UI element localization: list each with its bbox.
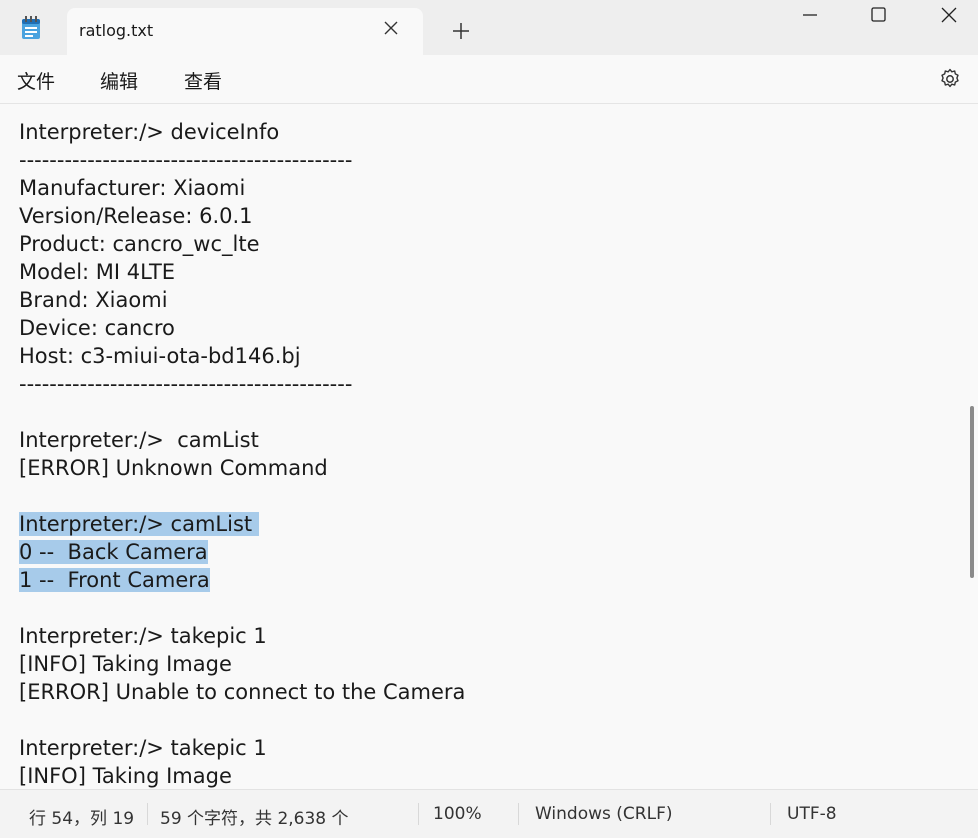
- editor-lines: Interpreter:/> deviceInfo --------------…: [19, 118, 465, 789]
- editor-line: Interpreter:/> takepic 1: [19, 736, 267, 760]
- close-icon[interactable]: [383, 20, 399, 36]
- menu-edit[interactable]: 编辑: [100, 67, 138, 94]
- text-editor[interactable]: Interpreter:/> deviceInfo --------------…: [0, 104, 978, 789]
- maximize-icon[interactable]: [866, 4, 892, 26]
- editor-line: [INFO] Taking Image: [19, 764, 232, 788]
- cursor-position: 行 54，列 19: [29, 809, 135, 829]
- character-count: 59 个字符，共 2,638 个: [160, 809, 349, 829]
- notepad-icon: [22, 16, 40, 39]
- editor-line-selected: 1 -- Front Camera: [19, 566, 465, 594]
- minimize-icon[interactable]: [797, 4, 823, 26]
- line-ending[interactable]: Windows (CRLF): [535, 804, 673, 824]
- editor-line-selected: 0 -- Back Camera: [19, 538, 465, 566]
- editor-line: [ERROR] Unknown Command: [19, 456, 328, 480]
- editor-line: Model: MI 4LTE: [19, 260, 176, 284]
- vertical-scrollbar-thumb[interactable]: [970, 406, 974, 578]
- encoding[interactable]: UTF-8: [787, 804, 837, 824]
- editor-line: Device: cancro: [19, 316, 175, 340]
- gear-icon[interactable]: [938, 67, 962, 91]
- tab-ratlog[interactable]: ratlog.txt: [67, 8, 423, 55]
- status-divider: [770, 803, 771, 825]
- editor-line: Product: cancro_wc_lte: [19, 232, 260, 256]
- menu-bar: 文件 编辑 查看: [0, 55, 978, 104]
- menu-view[interactable]: 查看: [184, 67, 222, 94]
- selected-text: Interpreter:/> camList: [19, 512, 259, 536]
- editor-line: Brand: Xiaomi: [19, 288, 168, 312]
- status-divider: [518, 803, 519, 825]
- status-divider: [147, 803, 148, 825]
- editor-line-selected: Interpreter:/> camList: [19, 510, 465, 538]
- editor-line: Version/Release: 6.0.1: [19, 204, 253, 228]
- editor-line: ----------------------------------------…: [19, 372, 353, 396]
- editor-line: Manufacturer: Xiaomi: [19, 176, 246, 200]
- tab-title: ratlog.txt: [79, 21, 154, 40]
- close-icon[interactable]: [936, 4, 962, 26]
- selected-text: 0 -- Back Camera: [19, 540, 208, 564]
- title-bar: ratlog.txt: [0, 0, 978, 55]
- plus-icon[interactable]: [451, 21, 471, 41]
- selected-text: 1 -- Front Camera: [19, 568, 210, 592]
- editor-line: Interpreter:/> deviceInfo: [19, 120, 280, 144]
- menu-file[interactable]: 文件: [17, 67, 55, 94]
- status-divider: [418, 803, 419, 825]
- editor-line: ----------------------------------------…: [19, 148, 353, 172]
- zoom-level[interactable]: 100%: [433, 804, 482, 824]
- editor-line: [ERROR] Unable to connect to the Camera: [19, 680, 466, 704]
- editor-line: Interpreter:/> takepic 1: [19, 624, 267, 648]
- editor-line: [INFO] Taking Image: [19, 652, 232, 676]
- editor-line: Interpreter:/> camList: [19, 428, 259, 452]
- status-bar: 行 54，列 19 59 个字符，共 2,638 个 100% Windows …: [0, 789, 978, 838]
- editor-line: Host: c3-miui-ota-bd146.bj: [19, 344, 301, 368]
